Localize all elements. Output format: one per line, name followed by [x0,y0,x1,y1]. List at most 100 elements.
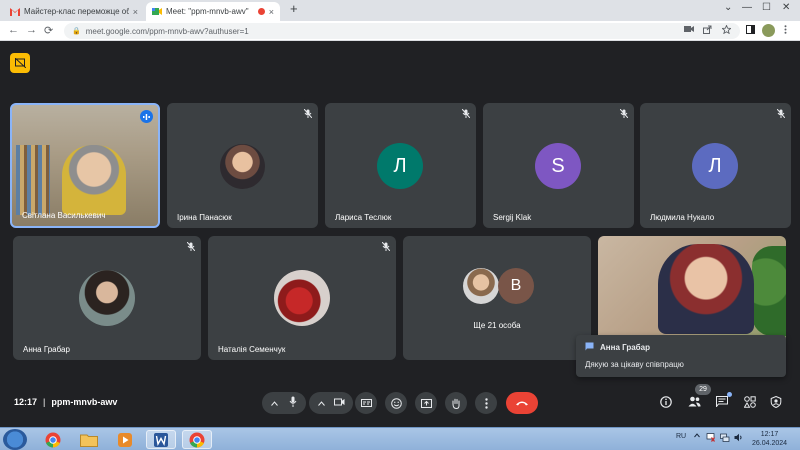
participant-avatar: S [535,143,581,189]
people-icon[interactable] [688,396,701,410]
chrome-active-taskbar-icon[interactable] [182,430,212,449]
captions-off-icon[interactable] [10,53,30,73]
back-button[interactable]: ← [8,24,19,36]
participant-name: Людмила Нукало [650,213,715,222]
clock-date: 26.04.2024 [752,440,788,447]
tab-gmail[interactable]: Майстер-клас переможце обл × [4,2,144,21]
word-taskbar-icon[interactable] [146,430,176,449]
speaking-indicator-icon [140,110,153,123]
camera-control[interactable] [309,392,353,414]
close-tab-icon[interactable]: × [269,7,274,17]
window-close-button[interactable]: ✕ [782,2,790,13]
emoji-button[interactable] [385,392,407,414]
action-center-icon[interactable] [706,433,715,444]
present-screen-icon [420,398,432,408]
browser-tab-strip: Майстер-клас переможце обл × Meet: "ppm-… [0,0,800,21]
tab-search-icon[interactable]: ⌄ [724,2,732,13]
participant-name: Лариса Теслюк [335,213,392,222]
media-player-taskbar-icon[interactable] [110,430,140,449]
participant-tile-video[interactable] [598,236,786,346]
more-vert-icon[interactable] [784,25,787,36]
bookmark-star-icon[interactable] [721,24,732,36]
participant-tile[interactable]: S Sergij Klak [483,103,634,228]
clock-time: 12:17 [760,431,779,438]
url-input[interactable]: 🔒 meet.google.com/ppm-mnvb-awv?authuser=… [64,23,740,39]
captions-button[interactable] [355,392,377,414]
present-button[interactable] [415,392,437,414]
meeting-code: ppm-mnvb-awv [51,397,118,407]
more-participants-label: Ще 21 особа [473,321,521,330]
camera-icon[interactable] [333,398,345,409]
network-icon[interactable] [720,433,730,444]
chat-notification[interactable]: Анна Грабар Дякую за цікаву співпрацю [576,335,786,377]
plant [752,246,786,336]
participant-avatar [274,270,330,326]
side-panel-icon[interactable] [746,25,755,36]
mic-off-icon [619,108,629,120]
tab-title: Майстер-клас переможце обл [24,7,129,16]
mic-control[interactable] [262,392,306,414]
close-tab-icon[interactable]: × [133,7,138,17]
unread-dot [727,392,732,397]
chat-message: Дякую за цікаву співпрацю [585,360,684,369]
participant-name: Світлана Василькевич [22,211,106,220]
share-icon[interactable] [703,25,712,36]
chrome-taskbar-icon[interactable] [38,430,68,449]
activities-icon[interactable] [743,396,756,411]
url-text: meet.google.com/ppm-mnvb-awv?authuser=1 [85,26,249,36]
participant-tile-video[interactable]: Світлана Василькевич [10,103,160,228]
host-controls-icon[interactable] [770,395,782,411]
leave-call-button[interactable] [506,392,538,414]
hand-icon [452,398,460,409]
participant-tile[interactable]: Ірина Панасюк [167,103,318,228]
volume-icon[interactable] [734,433,743,444]
participant-avatar: Л [692,143,738,189]
bookshelf [16,145,50,215]
camera-permission-icon[interactable] [684,25,694,35]
lock-icon: 🔒 [72,28,81,35]
address-bar: ← → ⟳ 🔒 meet.google.com/ppm-mnvb-awv?aut… [0,21,800,41]
participant-count-badge: 29 [695,384,711,395]
profile-avatar[interactable] [762,24,775,37]
explorer-taskbar-icon[interactable] [74,430,104,449]
minimize-button[interactable]: — [742,2,752,13]
chevron-up-icon[interactable] [271,398,279,409]
forward-button[interactable]: → [26,24,37,36]
raise-hand-button[interactable] [445,392,467,414]
maximize-button[interactable]: ☐ [762,2,771,13]
more-options-button[interactable] [475,392,497,414]
mic-off-icon [186,241,196,253]
participant-tile[interactable]: Л Людмила Нукало [640,103,791,228]
meeting-details-icon[interactable] [660,396,672,411]
new-tab-button[interactable]: + [290,1,298,16]
chevron-up-icon[interactable] [317,398,325,409]
meet-icon [152,7,162,16]
mic-off-icon [303,108,313,120]
meeting-info: 12:17 | ppm-mnvb-awv [14,397,117,407]
recording-icon [257,8,265,15]
participant-avatar: B [498,268,534,304]
meeting-time: 12:17 [14,397,38,407]
tab-meet[interactable]: Meet: "ppm-mnvb-awv" × [146,2,280,21]
gmail-icon [10,7,20,16]
participant-avatar: Л [377,143,423,189]
tab-title: Meet: "ppm-mnvb-awv" [166,7,249,16]
tray-arrow-icon[interactable] [694,433,700,440]
separator: | [43,397,46,407]
chat-sender: Анна Грабар [600,343,650,352]
participant-name: Sergij Klak [493,213,532,222]
windows-taskbar: RU 12:17 26.04.2024 [0,427,800,450]
language-indicator[interactable]: RU [676,433,686,440]
chat-icon [585,342,594,353]
mic-icon[interactable] [289,396,297,410]
more-participants-tile[interactable]: B Ще 21 особа [403,236,591,360]
participant-tile[interactable]: Наталія Семенчук [208,236,396,360]
taskbar-clock[interactable]: 12:17 26.04.2024 [752,430,787,448]
participant-tile[interactable]: Л Лариса Теслюк [325,103,476,228]
chat-icon[interactable] [716,396,728,410]
windows-start-button[interactable] [3,429,27,450]
participant-tile[interactable]: Анна Грабар [13,236,201,360]
participant-name: Наталія Семенчук [218,345,286,354]
hang-up-icon [516,401,528,406]
reload-button[interactable]: ⟳ [44,24,53,37]
